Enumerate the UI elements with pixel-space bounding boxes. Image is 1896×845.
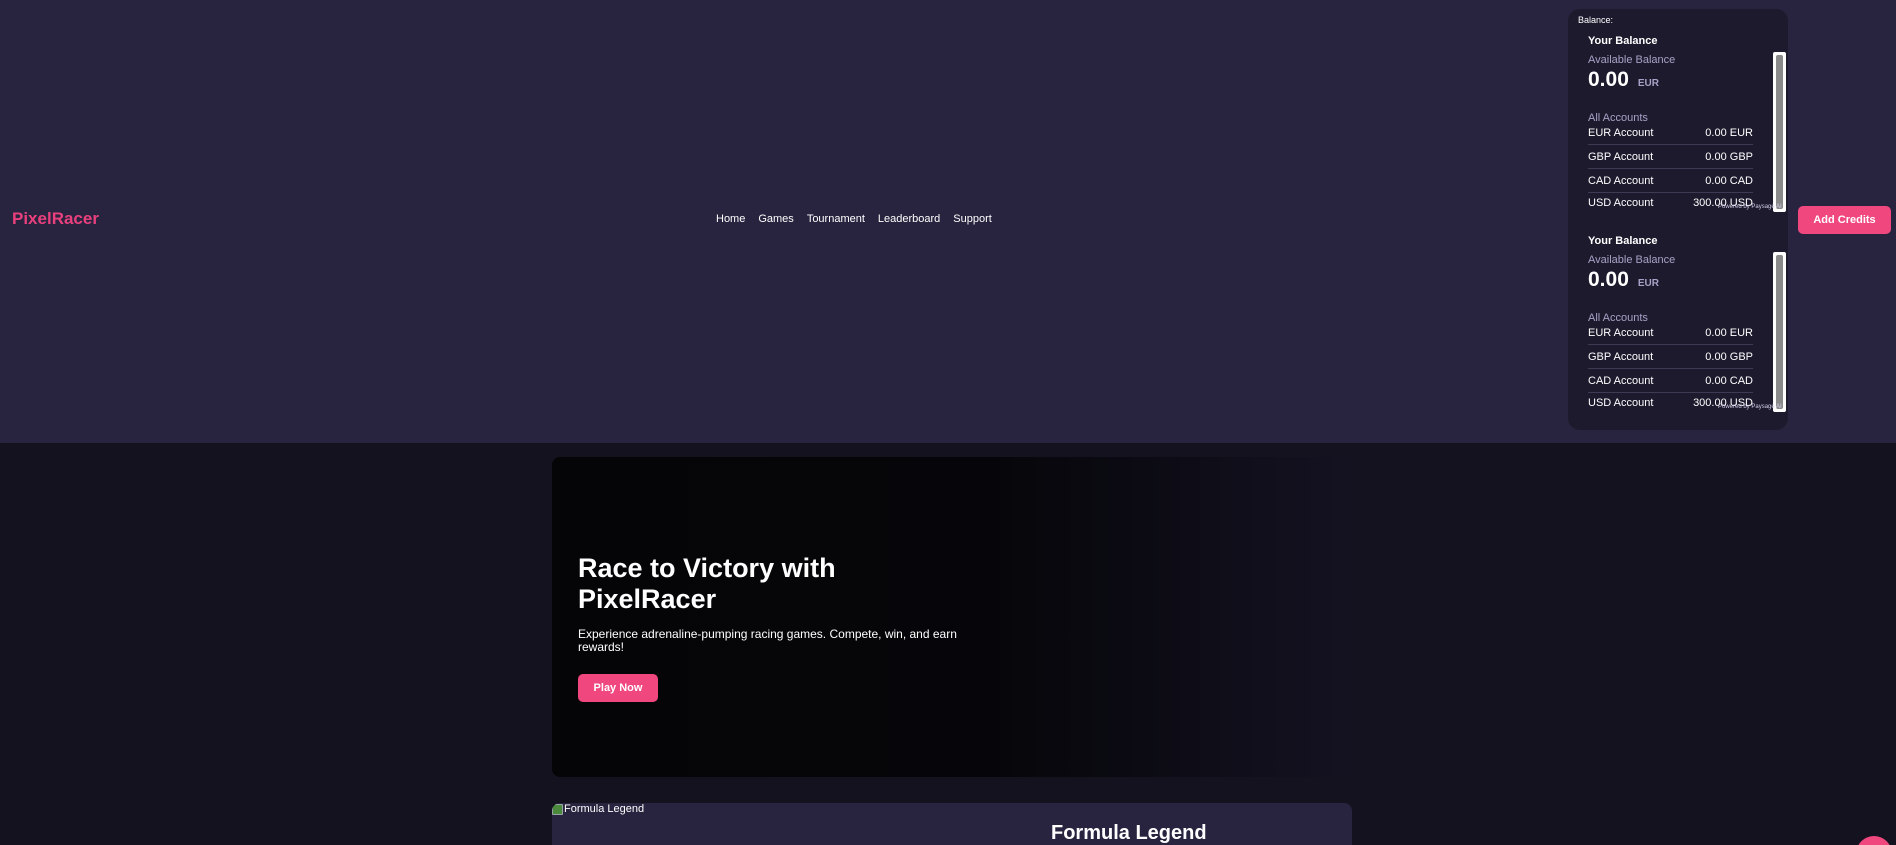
account-value: 0.00 CAD xyxy=(1705,174,1753,187)
nav-leaderboard[interactable]: Leaderboard xyxy=(878,213,940,225)
account-name: GBP Account xyxy=(1588,350,1654,363)
account-name: GBP Account xyxy=(1588,150,1654,163)
balance-card-title: Your Balance xyxy=(1588,35,1658,47)
account-value: 0.00 EUR xyxy=(1705,126,1753,139)
game-card[interactable]: Formula Legend Formula Legend xyxy=(552,803,1352,845)
game-image-alt: Formula Legend xyxy=(564,803,645,815)
available-balance-amount: 0.00 EUR xyxy=(1588,268,1659,292)
available-balance-label: Available Balance xyxy=(1588,54,1676,66)
balance-card-title: Your Balance xyxy=(1588,235,1658,247)
add-credits-button[interactable]: Add Credits xyxy=(1798,206,1891,234)
game-title: Formula Legend xyxy=(1051,822,1207,844)
hero-subtitle: Experience adrenaline-pumping racing gam… xyxy=(578,627,957,654)
balance-amount: 0.00 xyxy=(1588,268,1629,291)
play-now-button[interactable]: Play Now xyxy=(578,674,658,702)
account-name: EUR Account xyxy=(1588,326,1654,339)
accounts-scrollbar[interactable] xyxy=(1773,52,1786,212)
nav-support[interactable]: Support xyxy=(953,213,992,225)
account-row: GBP Account 0.00 GBP xyxy=(1588,345,1753,369)
powered-by-text: Powered by Paysage AI xyxy=(1718,204,1782,210)
account-name: CAD Account xyxy=(1588,374,1654,387)
available-balance-amount: 0.00 EUR xyxy=(1588,68,1659,92)
game-image[interactable]: Formula Legend xyxy=(552,803,644,815)
chat-button[interactable] xyxy=(1856,836,1892,845)
account-row: GBP Account 0.00 GBP xyxy=(1588,145,1753,169)
balance-card: Your Balance Available Balance 0.00 EUR … xyxy=(1588,35,1786,220)
balance-panel: Balance: Your Balance Available Balance … xyxy=(1568,9,1788,430)
account-row: CAD Account 0.00 CAD xyxy=(1588,369,1753,393)
accounts-scrollbar[interactable] xyxy=(1773,252,1786,412)
balance-label: Balance: xyxy=(1578,15,1614,25)
account-row: USD Account 300.00 USD xyxy=(1588,191,1753,215)
powered-by-text: Powered by Paysage AI xyxy=(1718,404,1782,410)
hero-title: Race to Victory with PixelRacer xyxy=(578,553,836,614)
scrollbar-thumb[interactable] xyxy=(1776,255,1783,409)
nav-games[interactable]: Games xyxy=(758,213,793,225)
available-balance-label: Available Balance xyxy=(1588,254,1676,266)
account-row: EUR Account 0.00 EUR xyxy=(1588,321,1753,345)
account-name: CAD Account xyxy=(1588,174,1654,187)
site-header: PixelRacer Home Games Tournament Leaderb… xyxy=(0,0,1896,443)
broken-image-icon xyxy=(552,803,563,815)
account-row: USD Account 300.00 USD xyxy=(1588,391,1753,415)
balance-currency: EUR xyxy=(1637,78,1659,89)
scrollbar-thumb[interactable] xyxy=(1776,55,1783,209)
nav-home[interactable]: Home xyxy=(716,213,745,225)
balance-currency: EUR xyxy=(1637,278,1659,289)
account-name: USD Account xyxy=(1588,397,1654,409)
balance-card: Your Balance Available Balance 0.00 EUR … xyxy=(1588,235,1786,420)
account-row: CAD Account 0.00 CAD xyxy=(1588,169,1753,193)
account-name: USD Account xyxy=(1588,197,1654,209)
account-value: 0.00 CAD xyxy=(1705,374,1753,387)
account-value: 0.00 GBP xyxy=(1705,350,1753,363)
brand-logo[interactable]: PixelRacer xyxy=(12,209,99,229)
account-row: EUR Account 0.00 EUR xyxy=(1588,121,1753,145)
nav-tournament[interactable]: Tournament xyxy=(807,213,865,225)
account-name: EUR Account xyxy=(1588,126,1654,139)
balance-amount: 0.00 xyxy=(1588,68,1629,91)
account-value: 0.00 GBP xyxy=(1705,150,1753,163)
main-nav: Home Games Tournament Leaderboard Suppor… xyxy=(716,213,1005,225)
hero-banner: Race to Victory with PixelRacer Experien… xyxy=(552,457,1352,777)
account-value: 0.00 EUR xyxy=(1705,326,1753,339)
